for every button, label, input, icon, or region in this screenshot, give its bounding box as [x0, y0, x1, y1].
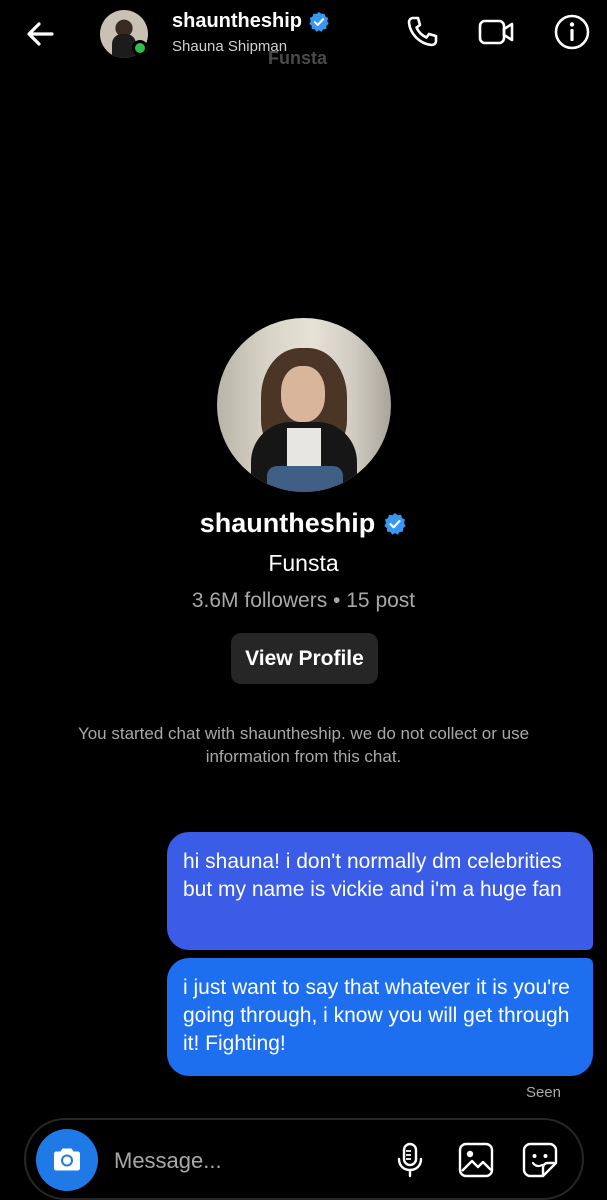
- profile-name: Funsta: [268, 550, 339, 576]
- microphone-icon[interactable]: [390, 1140, 430, 1180]
- online-status-dot: [132, 40, 148, 56]
- profile-photo[interactable]: [217, 318, 391, 492]
- profile-stats: 3.6M followers • 15 post: [191, 589, 416, 612]
- message-input[interactable]: [114, 1144, 384, 1178]
- info-icon[interactable]: [552, 12, 592, 52]
- phone-icon[interactable]: [402, 12, 442, 52]
- header-username[interactable]: shauntheship: [172, 10, 330, 33]
- profile-username: shauntheship: [0, 508, 607, 539]
- verified-badge-icon: [309, 11, 329, 32]
- sticker-icon[interactable]: [520, 1140, 560, 1180]
- chat-header: shauntheship Shauna Shipman Funsta: [0, 0, 607, 70]
- message-bubble[interactable]: i just want to say that whatever it is y…: [167, 958, 593, 1076]
- view-profile-button[interactable]: View Profile: [231, 633, 378, 684]
- seen-status: Seen: [525, 1084, 561, 1101]
- camera-icon: [54, 1148, 80, 1171]
- gallery-icon[interactable]: [456, 1140, 496, 1180]
- camera-button[interactable]: [36, 1129, 98, 1191]
- back-arrow-icon[interactable]: [22, 16, 58, 52]
- system-message: You started chat with shauntheship. we d…: [77, 724, 530, 766]
- verified-badge-icon: [384, 512, 406, 535]
- header-overlay-text: Funsta: [268, 48, 328, 68]
- message-bubble[interactable]: hi shauna! i don't normally dm celebriti…: [167, 832, 593, 950]
- video-camera-icon[interactable]: [476, 12, 516, 52]
